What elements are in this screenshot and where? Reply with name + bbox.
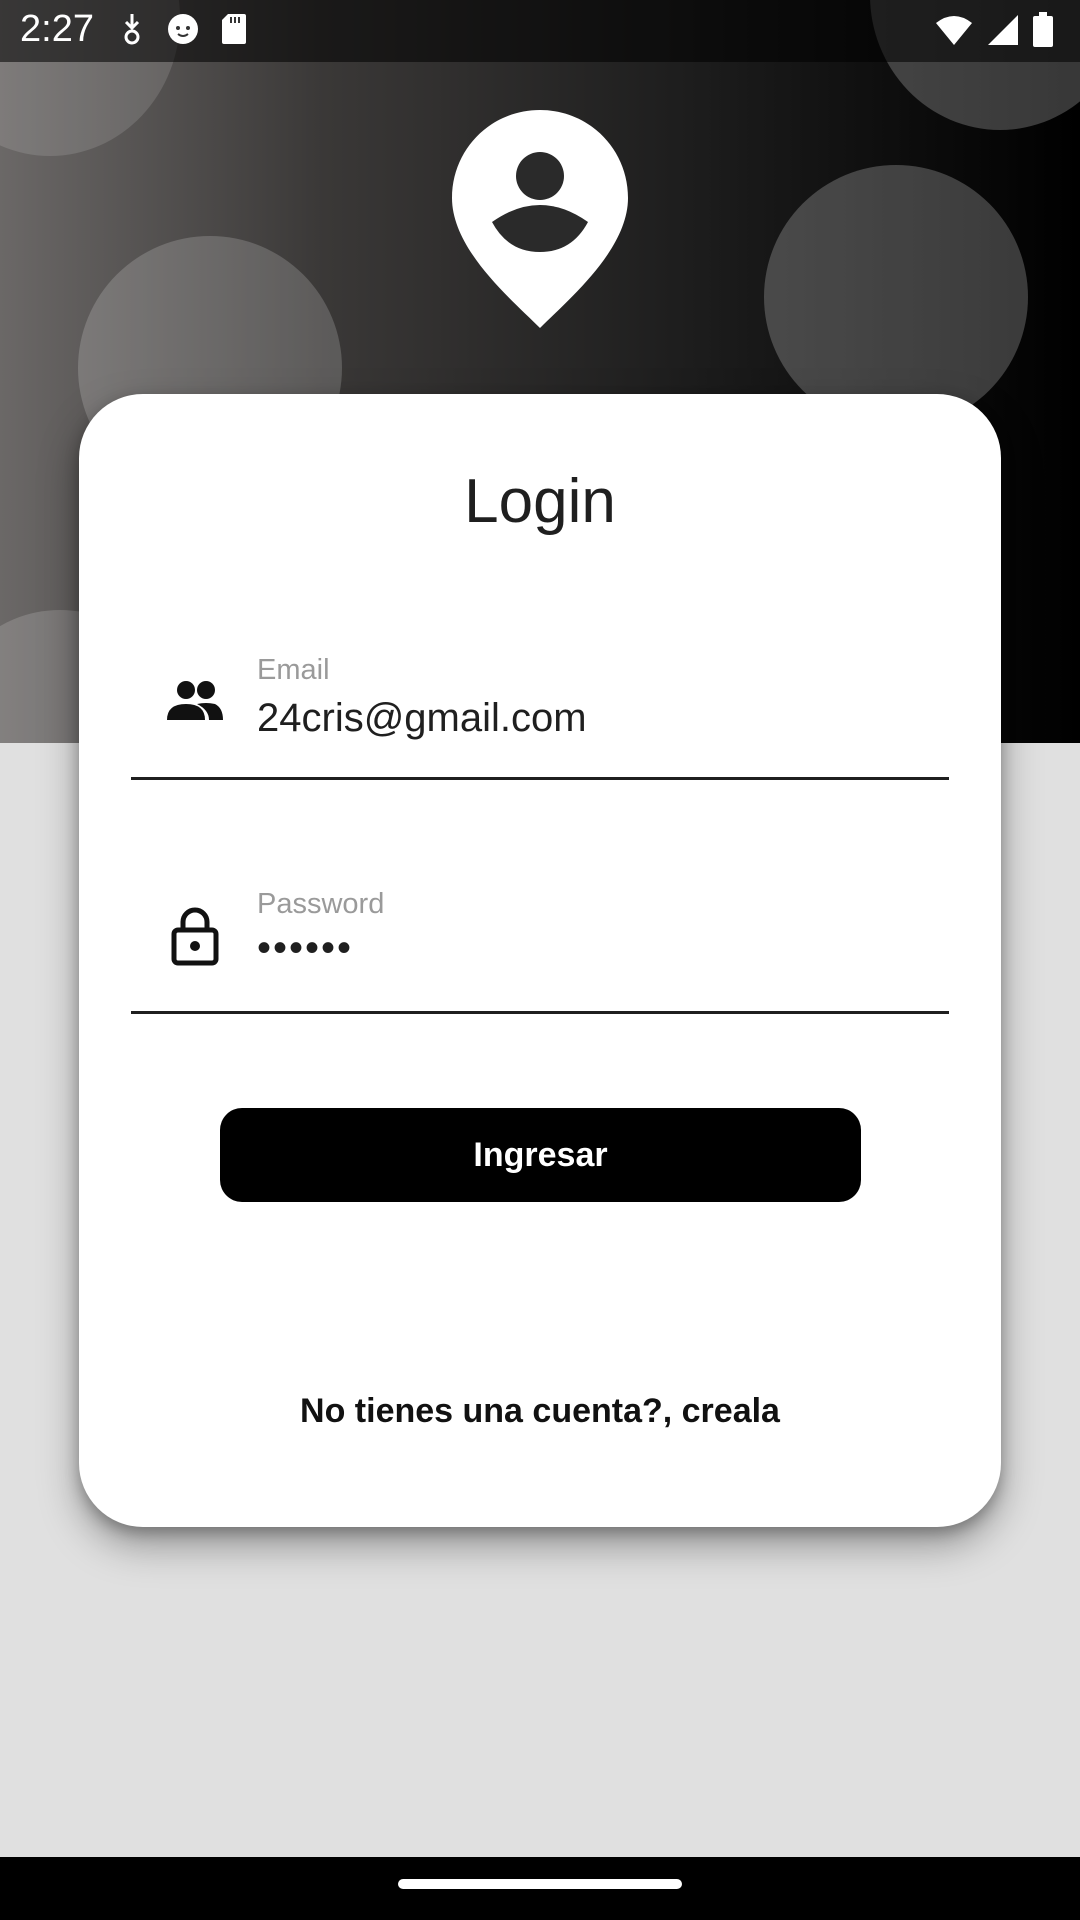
status-time: 2:27 <box>20 8 94 50</box>
email-label: Email <box>257 654 330 686</box>
person-pin-icon <box>452 110 628 328</box>
login-card: Login Email 24cris@gmail.com Password ••… <box>79 394 1001 1527</box>
password-label: Password <box>257 888 385 920</box>
home-gesture-handle[interactable] <box>398 1879 682 1889</box>
email-input[interactable]: 24cris@gmail.com <box>257 696 587 741</box>
people-icon <box>165 680 225 729</box>
lock-icon <box>171 906 219 971</box>
status-bar: 2:27 <box>0 0 1080 62</box>
wifi-icon <box>934 13 974 52</box>
signal-icon <box>986 13 1020 52</box>
sd-card-icon <box>220 12 248 51</box>
cat-face-icon <box>166 12 200 51</box>
decorative-bubble <box>764 165 1028 429</box>
download-icon <box>118 12 146 51</box>
password-input[interactable]: •••••• <box>257 926 353 971</box>
password-underline <box>131 1011 949 1014</box>
register-link[interactable]: No tienes una cuenta?, creala <box>79 1392 1001 1431</box>
navigation-bar <box>0 1857 1080 1920</box>
email-underline <box>131 777 949 780</box>
ingresar-button[interactable]: Ingresar <box>220 1108 861 1202</box>
notification-icons <box>118 12 248 51</box>
system-icons <box>934 12 1054 53</box>
login-title: Login <box>464 467 616 536</box>
battery-icon <box>1032 12 1054 53</box>
